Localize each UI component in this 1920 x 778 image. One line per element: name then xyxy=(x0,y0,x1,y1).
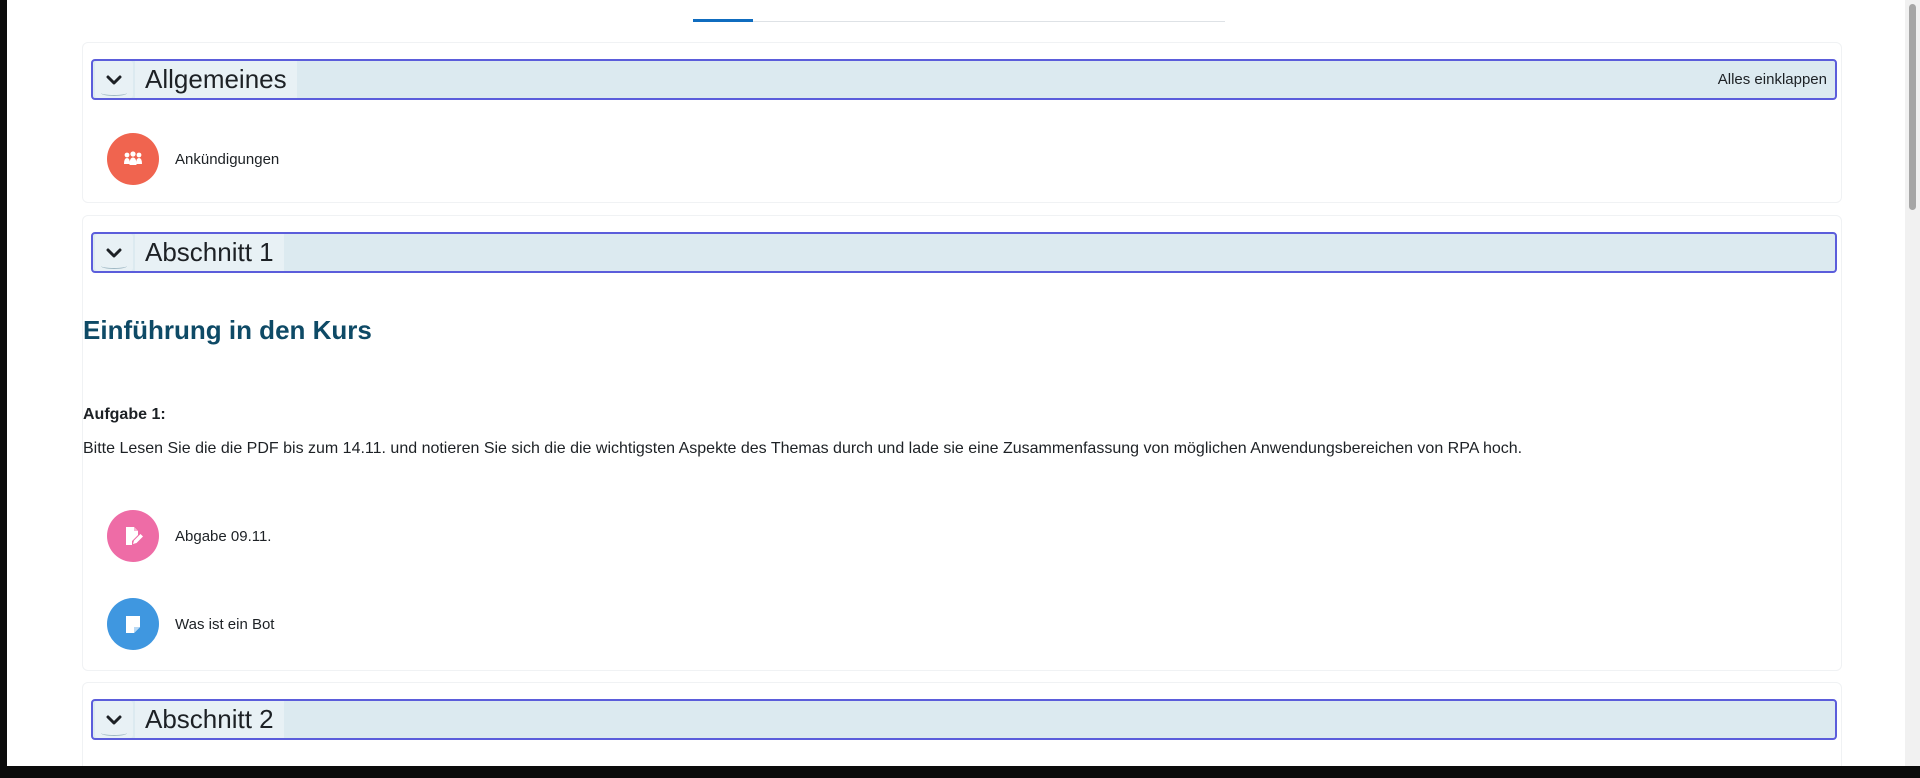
activity-link[interactable]: Ankündigungen xyxy=(175,151,279,168)
task-description: Bitte Lesen Sie die die PDF bis zum 14.1… xyxy=(83,440,1523,457)
activity-item[interactable]: Abgabe 09.11. xyxy=(107,510,271,562)
collapse-all-link[interactable]: Alles einklappen xyxy=(1718,71,1827,88)
activity-link[interactable]: Abgabe 09.11. xyxy=(175,528,271,545)
section-title: Abschnitt 2 xyxy=(135,701,284,738)
active-tab-indicator xyxy=(693,19,753,22)
tab-underline xyxy=(693,19,1225,22)
section-header-2[interactable]: Abschnitt 2 xyxy=(91,699,1837,740)
section-general: Allgemeines Alles einklappen Ankündigung… xyxy=(82,42,1842,203)
activity-link[interactable]: Was ist ein Bot xyxy=(175,616,274,633)
chevron-down-icon xyxy=(106,75,122,84)
vertical-scrollbar[interactable] xyxy=(1905,0,1920,766)
chevron-down-icon xyxy=(106,248,122,257)
collapse-toggle-button[interactable] xyxy=(95,234,133,271)
section-title: Allgemeines xyxy=(135,61,297,98)
page-icon xyxy=(107,598,159,650)
scrollbar-thumb[interactable] xyxy=(1909,4,1916,210)
section-header-1[interactable]: Abschnitt 1 xyxy=(91,232,1837,273)
section-1: Abschnitt 1 Einführung in den Kurs Aufga… xyxy=(82,215,1842,671)
course-page: Allgemeines Alles einklappen Ankündigung… xyxy=(7,0,1905,766)
section-2: Abschnitt 2 xyxy=(82,682,1842,766)
section-summary-heading: Einführung in den Kurs xyxy=(83,315,372,345)
chevron-down-icon xyxy=(106,715,122,724)
collapse-toggle-button[interactable] xyxy=(95,61,133,98)
activity-item[interactable]: Was ist ein Bot xyxy=(107,598,274,650)
collapse-toggle-button[interactable] xyxy=(95,701,133,738)
window-bottom-edge xyxy=(0,766,1920,778)
task-label: Aufgabe 1: xyxy=(83,406,166,423)
section-title: Abschnitt 1 xyxy=(135,234,284,271)
section-header-general[interactable]: Allgemeines Alles einklappen xyxy=(91,59,1837,100)
forum-icon xyxy=(107,133,159,185)
activity-item[interactable]: Ankündigungen xyxy=(107,133,279,185)
assignment-icon xyxy=(107,510,159,562)
